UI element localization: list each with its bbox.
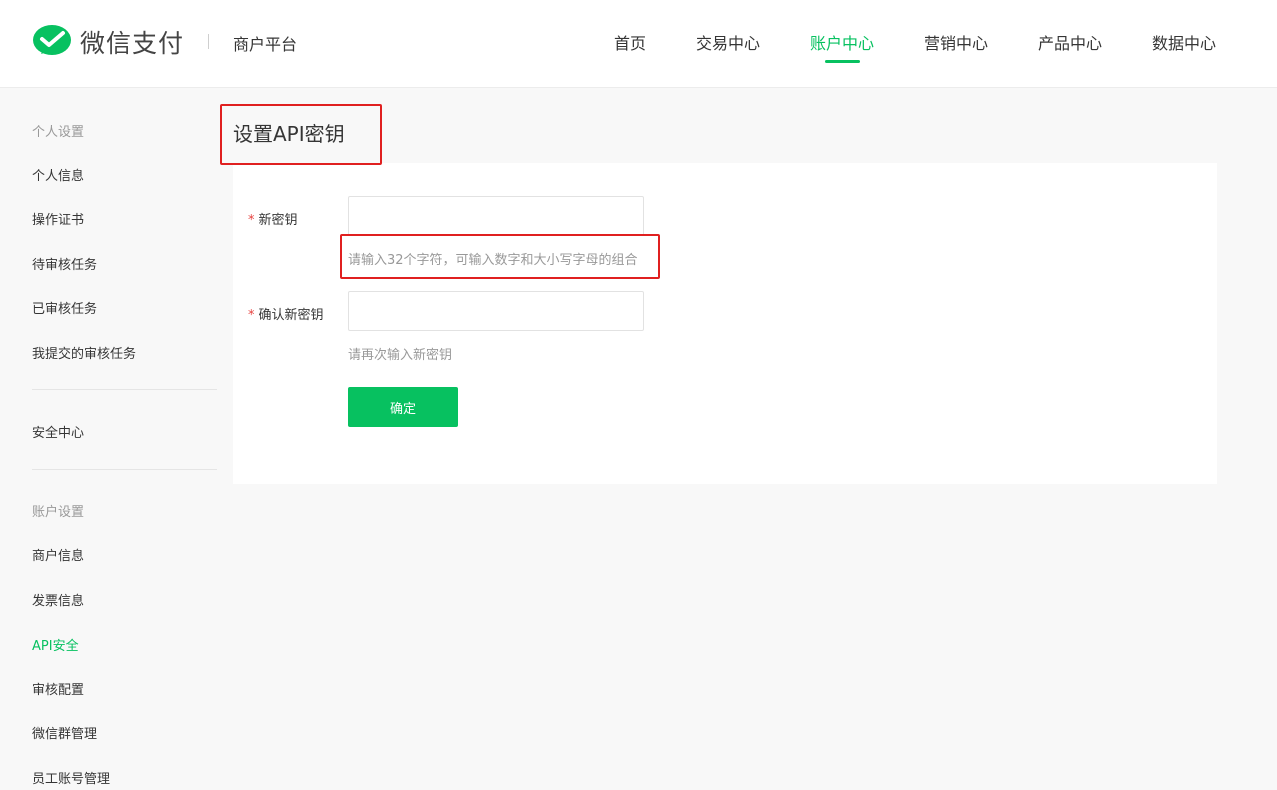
main-nav: 首页 交易中心 账户中心 营销中心 产品中心 数据中心 — [0, 30, 1277, 70]
nav-trade-center[interactable]: 交易中心 — [696, 30, 760, 54]
sidebar-item-reviewed[interactable]: 已审核任务 — [32, 298, 97, 317]
nav-home[interactable]: 首页 — [614, 30, 646, 54]
confirm-key-label: * 确认新密钥 — [248, 304, 324, 323]
nav-trade-center-label: 交易中心 — [696, 34, 761, 53]
nav-marketing-center[interactable]: 营销中心 — [924, 30, 988, 54]
nav-data-center-label: 数据中心 — [1152, 34, 1217, 53]
new-key-label-text: 新密钥 — [258, 213, 298, 228]
sidebar-group-account-settings: 账户设置 — [32, 505, 85, 520]
sidebar-group-personal-settings: 个人设置 — [32, 125, 85, 140]
required-mark: * — [248, 213, 255, 228]
sidebar-item-review-config[interactable]: 审核配置 — [32, 679, 84, 698]
confirm-button[interactable]: 确定 — [348, 387, 458, 427]
sidebar-item-merchant-info[interactable]: 商户信息 — [32, 545, 84, 564]
new-key-label: * 新密钥 — [248, 209, 298, 228]
nav-product-center[interactable]: 产品中心 — [1038, 30, 1102, 54]
sidebar-item-personal-info[interactable]: 个人信息 — [32, 165, 84, 184]
nav-active-indicator — [825, 60, 860, 63]
nav-home-label: 首页 — [614, 34, 647, 53]
confirm-key-label-text: 确认新密钥 — [258, 308, 324, 323]
confirm-key-input[interactable] — [348, 291, 644, 331]
nav-product-center-label: 产品中心 — [1038, 34, 1103, 53]
sidebar-item-operation-certificate[interactable]: 操作证书 — [32, 209, 84, 228]
sidebar-item-api-security[interactable]: API安全 — [32, 635, 79, 654]
sidebar-divider — [32, 469, 217, 470]
nav-account-center-label: 账户中心 — [810, 34, 875, 53]
top-header: 微信支付 商户平台 首页 交易中心 账户中心 营销中心 产品中心 数据中心 — [0, 0, 1277, 88]
sidebar-item-security-center[interactable]: 安全中心 — [32, 422, 84, 441]
required-mark: * — [248, 308, 255, 323]
sidebar-item-my-submitted-review[interactable]: 我提交的审核任务 — [32, 343, 136, 362]
nav-marketing-center-label: 营销中心 — [924, 34, 989, 53]
title-highlight-box — [220, 104, 382, 165]
sidebar-item-wechat-group-management[interactable]: 微信群管理 — [32, 723, 97, 742]
confirm-key-hint: 请再次输入新密钥 — [348, 348, 453, 363]
nav-data-center[interactable]: 数据中心 — [1152, 30, 1216, 54]
sidebar-item-invoice-info[interactable]: 发票信息 — [32, 590, 84, 609]
nav-account-center[interactable]: 账户中心 — [810, 30, 875, 63]
sidebar-item-staff-account-management[interactable]: 员工账号管理 — [32, 768, 110, 787]
new-key-input[interactable] — [348, 196, 644, 236]
sidebar-divider — [32, 389, 217, 390]
hint-highlight-box — [340, 234, 660, 279]
sidebar-item-pending-review[interactable]: 待审核任务 — [32, 254, 97, 273]
